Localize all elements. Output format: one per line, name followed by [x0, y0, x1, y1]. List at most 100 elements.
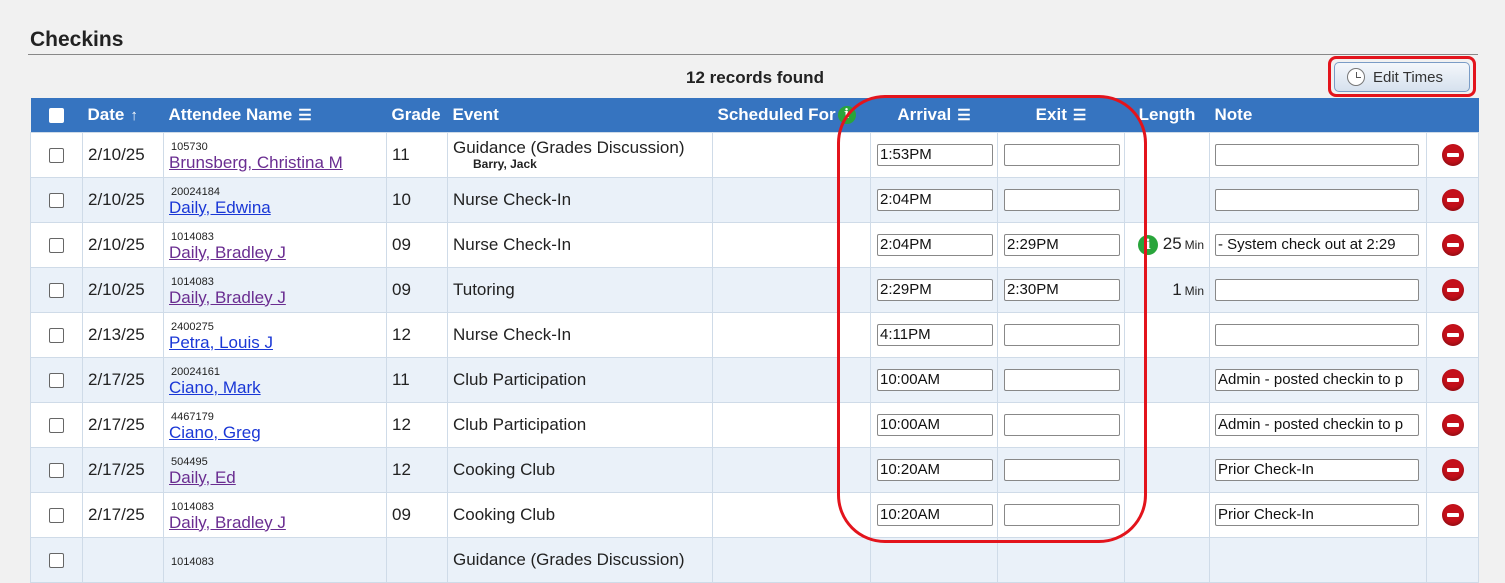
delete-cell	[1426, 176, 1479, 223]
table-header-row: Date ↑ Attendee Name ☰ Grade Event Schedul…	[30, 98, 1479, 132]
row-checkbox[interactable]	[49, 462, 64, 478]
attendee-link[interactable]: Daily, Bradley J	[169, 243, 381, 263]
row-checkbox[interactable]	[49, 237, 64, 253]
table-row: 2/17/25 1014083 Daily, Bradley J 09 Cooking …	[30, 491, 1479, 538]
header-scheduled-label: Scheduled For	[717, 104, 836, 124]
student-id: 20024161	[171, 365, 220, 378]
delete-cell	[1426, 356, 1479, 403]
delete-icon[interactable]	[1441, 503, 1464, 526]
delete-icon[interactable]	[1441, 413, 1464, 436]
note-cell: Admin - posted checkin to p	[1209, 356, 1427, 403]
select-all-checkbox[interactable]	[49, 107, 64, 123]
exit-cell	[997, 536, 1125, 583]
event-name: Nurse Check-In	[453, 324, 572, 344]
row-checkbox[interactable]	[49, 507, 64, 523]
delete-icon[interactable]	[1441, 368, 1464, 391]
table-row: 2/13/25 2400275 Petra, Louis J 12 Nurse Chec…	[30, 311, 1479, 358]
length-cell	[1124, 536, 1210, 583]
event-name: Club Participation	[453, 369, 587, 389]
delete-cell	[1426, 446, 1479, 493]
event-name: Cooking Club	[453, 504, 556, 524]
row-checkbox[interactable]	[49, 372, 64, 388]
select-cell	[30, 221, 83, 268]
header-note[interactable]: Note	[1210, 98, 1427, 132]
note-cell	[1209, 536, 1427, 583]
note-input[interactable]	[1215, 143, 1419, 166]
note-input[interactable]	[1215, 278, 1419, 301]
attendee-cell: 105730 Brunsberg, Christina M	[163, 131, 387, 178]
date-cell	[82, 536, 164, 583]
highlight-edit-times	[1328, 56, 1476, 97]
column-menu-icon[interactable]: ☰	[298, 107, 311, 124]
delete-cell	[1426, 131, 1479, 178]
sort-ascending-icon: ↑	[130, 106, 138, 124]
note-cell	[1209, 266, 1427, 313]
note-input[interactable]	[1215, 188, 1419, 211]
date-cell: 2/17/25	[82, 356, 164, 403]
note-cell	[1209, 176, 1427, 223]
date-cell: 2/10/25	[82, 176, 164, 223]
title-divider	[28, 54, 1478, 55]
header-attendee[interactable]: Attendee Name ☰	[164, 98, 387, 132]
table-row: 2/17/25 504495 Daily, Ed 12 Cooking Club 10:2…	[30, 446, 1479, 493]
grade-cell: 11	[386, 131, 448, 178]
header-event[interactable]: Event	[448, 98, 713, 132]
delete-icon[interactable]	[1441, 278, 1464, 301]
row-checkbox[interactable]	[49, 192, 64, 208]
note-input[interactable]	[1215, 323, 1419, 346]
student-id: 1014083	[171, 230, 214, 243]
header-actions	[1427, 98, 1479, 132]
attendee-cell: 1014083 Daily, Bradley J	[163, 491, 387, 538]
note-input[interactable]: Prior Check-In	[1215, 458, 1419, 481]
delete-cell	[1426, 311, 1479, 358]
student-id: 1014083	[171, 555, 214, 568]
header-date[interactable]: Date ↑	[83, 98, 164, 132]
select-cell	[30, 491, 83, 538]
delete-icon[interactable]	[1441, 458, 1464, 481]
attendee-link[interactable]: Ciano, Mark	[169, 378, 381, 398]
event-cell: Guidance (Grades Discussion)	[447, 536, 713, 583]
row-checkbox[interactable]	[49, 327, 64, 343]
note-input[interactable]: Admin - posted checkin to p	[1215, 413, 1419, 436]
delete-icon[interactable]	[1441, 143, 1464, 166]
records-count: 12 records found	[686, 68, 824, 87]
delete-cell	[1426, 536, 1479, 583]
row-checkbox[interactable]	[49, 552, 64, 568]
attendee-link[interactable]: Daily, Ed	[169, 468, 381, 488]
delete-cell	[1426, 266, 1479, 313]
row-checkbox[interactable]	[49, 417, 64, 433]
row-checkbox[interactable]	[49, 282, 64, 298]
attendee-link[interactable]: Petra, Louis J	[169, 333, 381, 353]
delete-icon[interactable]	[1441, 323, 1464, 346]
grade-cell: 09	[386, 266, 448, 313]
table-row: 2/17/25 20024161 Ciano, Mark 11 Club Partici…	[30, 356, 1479, 403]
select-cell	[30, 131, 83, 178]
note-input[interactable]: - System check out at 2:29	[1215, 233, 1419, 256]
attendee-link[interactable]: Daily, Bradley J	[169, 513, 381, 533]
note-input[interactable]: Admin - posted checkin to p	[1215, 368, 1419, 391]
attendee-link[interactable]: Brunsberg, Christina M	[169, 153, 381, 173]
attendee-link[interactable]: Daily, Bradley J	[169, 288, 381, 308]
arrival-cell	[870, 536, 998, 583]
attendee-cell: 2400275 Petra, Louis J	[163, 311, 387, 358]
grade-cell: 11	[386, 356, 448, 403]
delete-icon[interactable]	[1441, 188, 1464, 211]
date-cell: 2/10/25	[82, 221, 164, 268]
length-unit: Min	[1184, 283, 1204, 298]
event-cell: Nurse Check-In	[447, 311, 713, 358]
delete-cell	[1426, 401, 1479, 448]
attendee-cell: 4467179 Ciano, Greg	[163, 401, 387, 448]
event-cell: Nurse Check-In	[447, 221, 713, 268]
attendee-link[interactable]: Ciano, Greg	[169, 423, 381, 443]
attendee-link[interactable]: Daily, Edwina	[169, 198, 381, 218]
student-id: 1014083	[171, 275, 214, 288]
select-cell	[30, 446, 83, 493]
header-grade[interactable]: Grade	[387, 98, 448, 132]
attendee-cell: 1014083 Daily, Bradley J	[163, 221, 387, 268]
note-input[interactable]: Prior Check-In	[1215, 503, 1419, 526]
date-cell: 2/17/25	[82, 491, 164, 538]
delete-icon[interactable]	[1441, 233, 1464, 256]
student-id: 4467179	[171, 410, 214, 423]
length-unit: Min	[1184, 238, 1204, 253]
row-checkbox[interactable]	[49, 147, 64, 163]
